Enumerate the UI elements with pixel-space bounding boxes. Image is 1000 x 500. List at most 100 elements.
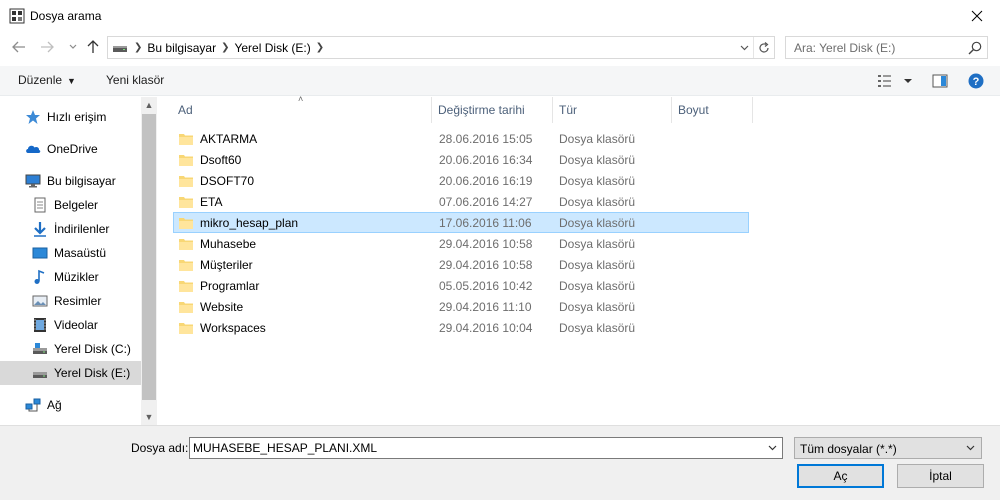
file-name: Müşteriler — [200, 257, 253, 272]
navigation-tree: Hızlı erişim OneDrive Bu bilgisayar Belg… — [0, 97, 141, 425]
drive-icon — [33, 343, 47, 354]
search-box[interactable] — [785, 36, 988, 59]
list-item[interactable]: AKTARMA 28.06.2016 15:05 Dosya klasörü — [173, 128, 749, 149]
video-icon — [34, 318, 46, 332]
list-item-selected[interactable]: mikro_hesap_plan 17.06.2016 11:06 Dosya … — [173, 212, 749, 233]
column-header-size[interactable]: Boyut — [673, 97, 753, 123]
view-dropdown-icon[interactable] — [900, 73, 916, 89]
help-icon[interactable]: ? — [968, 73, 984, 89]
file-date: 17.06.2016 11:06 — [439, 215, 532, 230]
star-icon — [26, 110, 40, 124]
sidebar-item-desktop[interactable]: Masaüstü — [0, 241, 141, 265]
filetype-value: Tüm dosyalar (*.*) — [800, 442, 897, 456]
navigation-pane: Hızlı erişim OneDrive Bu bilgisayar Belg… — [0, 97, 157, 425]
search-input[interactable] — [786, 37, 964, 58]
scroll-down-icon[interactable]: ▼ — [141, 409, 157, 425]
cloud-icon — [26, 145, 41, 153]
file-type: Dosya klasörü — [559, 236, 636, 251]
filetype-select[interactable]: Tüm dosyalar (*.*) — [794, 437, 982, 459]
sidebar-item-downloads[interactable]: İndirilenler — [0, 217, 141, 241]
view-options-icon[interactable] — [877, 73, 893, 89]
file-date: 29.04.2016 10:58 — [439, 257, 533, 272]
folder-icon — [179, 259, 193, 271]
folder-icon — [179, 301, 193, 313]
file-type: Dosya klasörü — [559, 173, 636, 188]
new-folder-button[interactable]: Yeni klasör — [106, 73, 164, 87]
file-type: Dosya klasörü — [559, 215, 636, 230]
breadcrumb-separator[interactable]: ❯ — [132, 42, 144, 53]
sidebar-item-music[interactable]: Müzikler — [0, 265, 141, 289]
app-icon — [9, 8, 25, 24]
forward-button[interactable] — [38, 38, 56, 56]
folder-icon — [179, 133, 193, 145]
cancel-button[interactable]: İptal — [897, 464, 984, 488]
open-button[interactable]: Aç — [797, 464, 884, 488]
sidebar-item-pictures[interactable]: Resimler — [0, 289, 141, 313]
breadcrumb-this-pc[interactable]: Bu bilgisayar — [144, 41, 219, 55]
column-header-date[interactable]: Değiştirme tarihi — [433, 97, 553, 123]
svg-text:?: ? — [973, 76, 980, 88]
chevron-down-icon — [740, 45, 748, 50]
sidebar-scrollbar[interactable]: ▲ ▼ — [141, 97, 157, 425]
list-item[interactable]: Workspaces 29.04.2016 10:04 Dosya klasör… — [173, 317, 749, 338]
address-history-button[interactable] — [736, 37, 752, 58]
close-button[interactable] — [954, 0, 1000, 32]
sidebar-item-local-disk-e[interactable]: Yerel Disk (E:) — [0, 361, 141, 385]
chevron-down-icon — [966, 445, 974, 451]
list-item[interactable]: DSOFT70 20.06.2016 16:19 Dosya klasörü — [173, 170, 749, 191]
sidebar-item-label: Müzikler — [54, 270, 99, 284]
filename-label: Dosya adı: — [131, 441, 189, 455]
sidebar-item-network[interactable]: Ağ — [0, 393, 141, 417]
sidebar-item-local-disk-c[interactable]: Yerel Disk (C:) — [0, 337, 141, 361]
file-date: 29.04.2016 11:10 — [439, 299, 532, 314]
list-item[interactable]: Programlar 05.05.2016 10:42 Dosya klasör… — [173, 275, 749, 296]
filetype-dropdown-button[interactable] — [962, 440, 978, 456]
sidebar-item-label: İndirilenler — [54, 222, 110, 236]
sidebar-item-quick-access[interactable]: Hızlı erişim — [0, 105, 141, 129]
list-item[interactable]: Müşteriler 29.04.2016 10:58 Dosya klasör… — [173, 254, 749, 275]
filename-history-button[interactable] — [764, 440, 780, 456]
list-item[interactable]: ETA 07.06.2016 14:27 Dosya klasörü — [173, 191, 749, 212]
column-header-type[interactable]: Tür — [554, 97, 672, 123]
breadcrumb-local-disk-e[interactable]: Yerel Disk (E:) — [231, 41, 313, 55]
caret-down-icon: ▼ — [67, 76, 76, 86]
filename-input[interactable] — [190, 438, 760, 458]
organize-button[interactable]: Düzenle ▼ — [18, 73, 76, 87]
file-type: Dosya klasörü — [559, 320, 636, 335]
file-name: Muhasebe — [200, 236, 257, 251]
breadcrumb-separator[interactable]: ❯ — [314, 42, 326, 53]
sidebar-item-this-pc[interactable]: Bu bilgisayar — [0, 169, 141, 193]
sidebar-item-label: Bu bilgisayar — [47, 174, 116, 188]
search-icon[interactable] — [967, 40, 983, 56]
sidebar-item-videos[interactable]: Videolar — [0, 313, 141, 337]
sidebar-item-label: Videolar — [54, 318, 98, 332]
scroll-up-icon[interactable]: ▲ — [141, 97, 157, 113]
up-button[interactable] — [84, 38, 102, 56]
sidebar-item-label: Ağ — [47, 398, 62, 412]
breadcrumb-separator[interactable]: ❯ — [219, 42, 231, 53]
arrow-up-icon — [87, 40, 99, 53]
dialog-footer: Dosya adı: Tüm dosyalar (*.*) Aç İptal — [0, 425, 1000, 500]
list-item[interactable]: Muhasebe 29.04.2016 10:58 Dosya klasörü — [173, 233, 749, 254]
preview-pane-icon[interactable] — [932, 73, 948, 89]
filename-combobox[interactable] — [189, 437, 783, 459]
file-name: AKTARMA — [200, 131, 258, 146]
refresh-button[interactable] — [753, 37, 774, 58]
list-item[interactable]: Dsoft60 20.06.2016 16:34 Dosya klasörü — [173, 149, 749, 170]
scrollbar-thumb[interactable] — [142, 114, 156, 400]
file-name: ETA — [200, 194, 223, 209]
sidebar-item-onedrive[interactable]: OneDrive — [0, 137, 141, 161]
file-type: Dosya klasörü — [559, 299, 636, 314]
sidebar-item-label: Resimler — [54, 294, 102, 308]
sidebar-item-label: OneDrive — [47, 142, 98, 156]
address-bar[interactable]: ❯ Bu bilgisayar ❯ Yerel Disk (E:) ❯ — [107, 36, 775, 59]
recent-locations-button[interactable] — [64, 38, 82, 56]
back-button[interactable] — [10, 38, 28, 56]
list-item[interactable]: Website 29.04.2016 11:10 Dosya klasörü — [173, 296, 749, 317]
file-name: DSOFT70 — [200, 173, 255, 188]
folder-icon — [179, 238, 193, 250]
column-header-label: Tür — [559, 103, 577, 117]
file-type: Dosya klasörü — [559, 131, 636, 146]
arrow-right-icon — [41, 41, 54, 53]
sidebar-item-documents[interactable]: Belgeler — [0, 193, 141, 217]
